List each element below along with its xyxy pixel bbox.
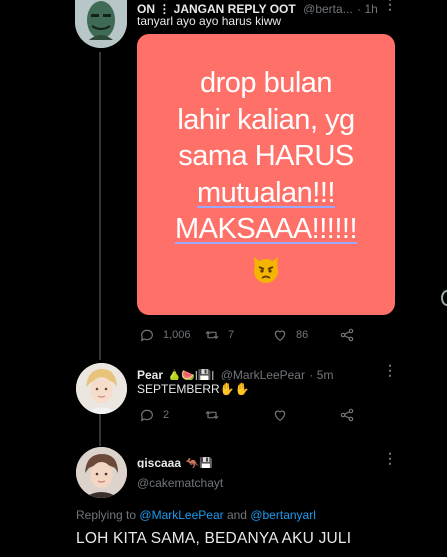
- share-button[interactable]: [339, 327, 355, 343]
- reply-button[interactable]: 2: [139, 407, 169, 423]
- tweet-text-content: SEPTEMBERR: [137, 382, 220, 396]
- comment-icon: [140, 329, 153, 342]
- reply-count: 1,006: [163, 329, 191, 341]
- timestamp[interactable]: 5m: [317, 368, 334, 380]
- display-name[interactable]: giscaaa: [137, 456, 181, 468]
- display-name[interactable]: ON ⋮ JANGAN REPLY OOT: [137, 2, 296, 14]
- media-text-line: MAKSAAA!!!!!!: [174, 213, 358, 246]
- replying-to: Replying to @MarkLeePear and @bertanyarl: [76, 508, 316, 522]
- media-text-line: mutualan!!!: [197, 176, 335, 209]
- display-name[interactable]: Pear: [137, 368, 163, 380]
- tweet-header: ON ⋮ JANGAN REPLY OOT @berta... · 1h: [137, 0, 387, 14]
- compose-text[interactable]: LOH KITA SAMA, BEDANYA AKU JULI: [76, 530, 351, 548]
- tweet-text: SEPTEMBERR✋✋: [137, 382, 250, 396]
- pouting-cat-icon: [254, 256, 278, 283]
- more-icon[interactable]: ⋮: [383, 450, 397, 467]
- thread-line: [99, 414, 101, 446]
- tweet-text: tanyarl ayo ayo harus kiww: [137, 14, 282, 28]
- tweet-media[interactable]: drop bulan lahir kalian, yg sama HARUS m…: [137, 34, 395, 315]
- handle[interactable]: @cakematchayt: [137, 476, 223, 490]
- like-button[interactable]: 86: [272, 327, 308, 343]
- like-count: 86: [296, 329, 309, 341]
- separator-dot: ·: [357, 2, 365, 14]
- reply-count: 2: [163, 409, 170, 421]
- name-emojis: 🦘💾: [185, 458, 213, 468]
- thread-line: [99, 52, 101, 360]
- avatar[interactable]: [76, 447, 127, 498]
- handle[interactable]: @berta...: [303, 2, 353, 14]
- retweet-icon: [205, 410, 219, 420]
- media-text-line: drop bulan: [199, 67, 333, 100]
- tweet-header: giscaaa 🦘💾: [137, 454, 387, 468]
- heart-icon: [274, 410, 286, 422]
- raised-hand-icons: ✋✋: [219, 382, 250, 396]
- replying-and: and: [226, 508, 247, 522]
- avatar[interactable]: [76, 363, 127, 414]
- scroll-handle[interactable]: [441, 290, 447, 306]
- replying-prefix: Replying to: [76, 508, 137, 522]
- mention-link[interactable]: @MarkLeePear: [139, 508, 223, 522]
- heart-icon: [274, 330, 286, 342]
- timestamp[interactable]: 1h: [365, 2, 378, 14]
- media-text-line: sama HARUS: [178, 140, 354, 173]
- share-icon: [340, 328, 354, 342]
- share-button[interactable]: [339, 407, 355, 423]
- retweet-count: 7: [228, 329, 235, 341]
- reply-button[interactable]: 1,006: [139, 327, 191, 343]
- retweet-icon: [205, 330, 219, 340]
- mention-link[interactable]: @bertanyarl: [250, 508, 316, 522]
- media-text-line: lahir kalian, yg: [177, 103, 355, 136]
- like-button[interactable]: [272, 407, 288, 423]
- retweet-button[interactable]: 7: [204, 327, 234, 343]
- share-icon: [340, 408, 354, 422]
- name-emojis: 🍐🍉|💾|: [167, 370, 215, 380]
- avatar[interactable]: [75, 0, 127, 48]
- comment-icon: [140, 409, 153, 422]
- handle[interactable]: @MarkLeePear: [221, 368, 305, 380]
- more-icon[interactable]: ⋮: [383, 0, 397, 13]
- tweet-header: Pear 🍐🍉|💾| @MarkLeePear · 5m: [137, 366, 387, 380]
- retweet-button[interactable]: [204, 407, 220, 423]
- more-icon[interactable]: ⋮: [383, 362, 397, 379]
- separator-dot: ·: [309, 368, 317, 380]
